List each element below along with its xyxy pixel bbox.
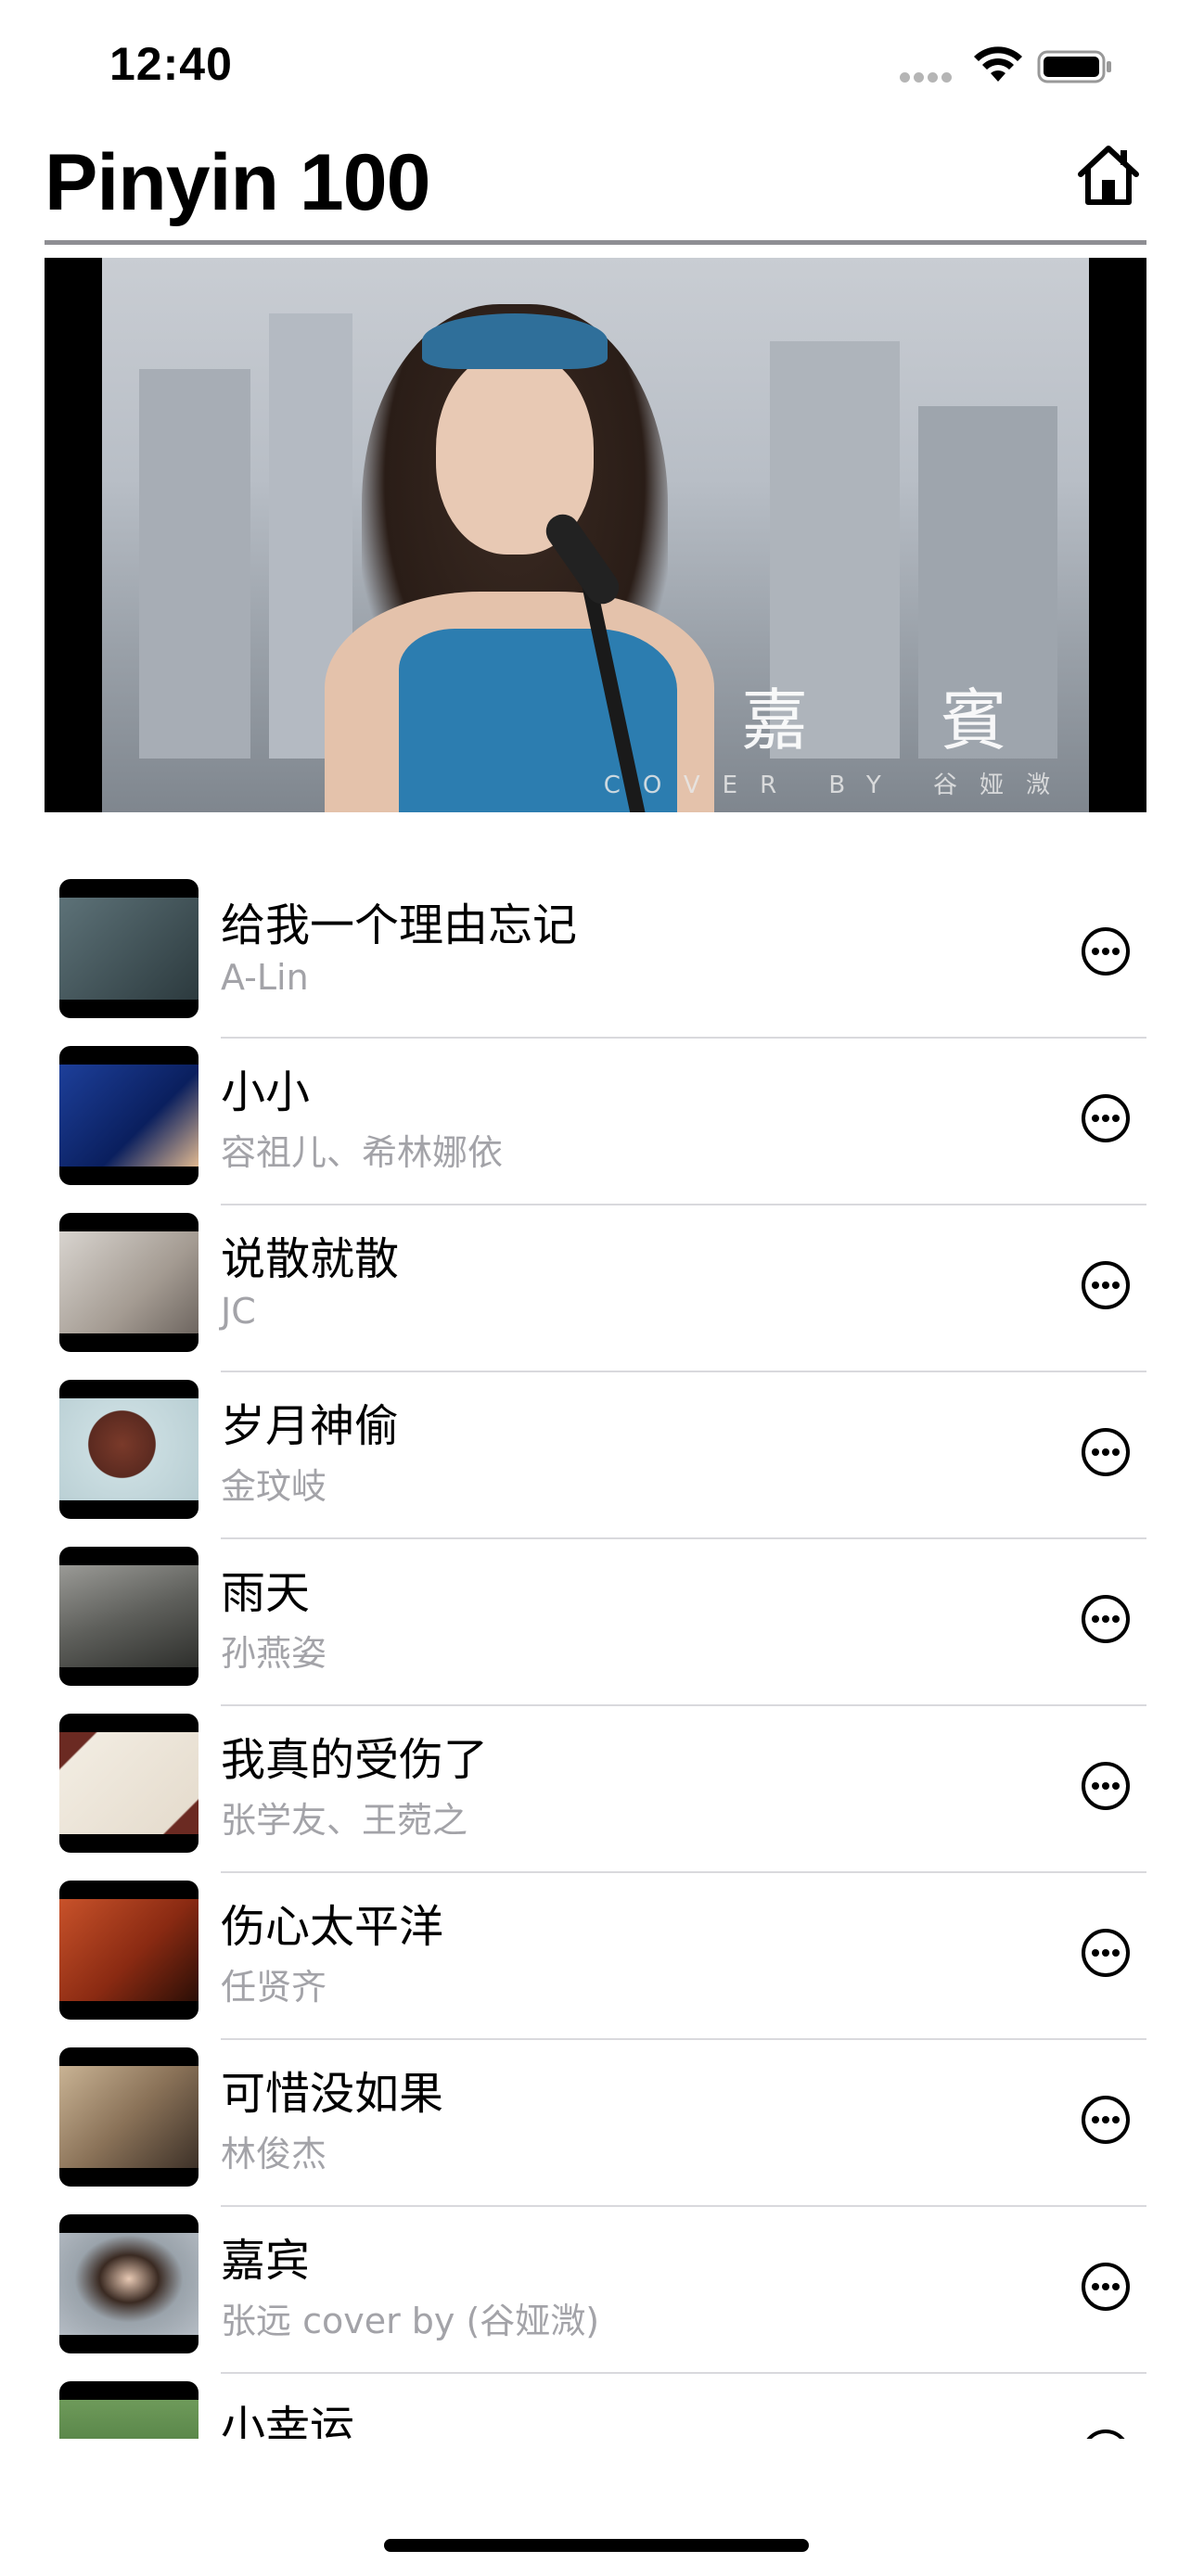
song-title: 可惜没如果 bbox=[221, 2068, 444, 2120]
nav-header: Pinyin 100 bbox=[45, 130, 1146, 245]
video-overlay-title: 嘉 賓 bbox=[741, 682, 1063, 759]
video-frame: 嘉 賓 COVER BY 谷娅溦 bbox=[102, 258, 1089, 812]
song-thumbnail bbox=[59, 2381, 198, 2439]
video-overlay-subtitle: COVER BY 谷娅溦 bbox=[603, 772, 1072, 799]
app-screen: 12:40 Pinyin 100 嘉 賓 COVER BY 谷娅溦 给我一个理由… bbox=[0, 0, 1191, 2576]
status-time: 12:40 bbox=[109, 38, 233, 90]
list-item[interactable]: 说散就散 JC bbox=[0, 1205, 1191, 1372]
list-item[interactable]: 嘉宾 张远 cover by (谷娅溦) bbox=[0, 2207, 1191, 2374]
song-artist: 张学友、王菀之 bbox=[221, 1800, 468, 1841]
song-thumbnail bbox=[59, 1213, 198, 1352]
list-item[interactable]: 雨天 孙燕姿 bbox=[0, 1539, 1191, 1706]
song-artist: 张远 cover by (谷娅溦) bbox=[221, 2301, 600, 2341]
song-artist: JC bbox=[221, 1291, 256, 1332]
list-item[interactable]: 可惜没如果 林俊杰 bbox=[0, 2040, 1191, 2207]
page-title: Pinyin 100 bbox=[45, 138, 430, 227]
list-item[interactable]: 小幸运 bbox=[0, 2374, 1191, 2439]
song-thumbnail bbox=[59, 1046, 198, 1185]
signal-dots-icon bbox=[900, 69, 957, 85]
home-icon[interactable] bbox=[1076, 143, 1141, 208]
song-thumbnail bbox=[59, 879, 198, 1018]
more-circle-icon[interactable] bbox=[1080, 2261, 1132, 2313]
list-item[interactable]: 伤心太平洋 任贤齐 bbox=[0, 1873, 1191, 2040]
song-title: 雨天 bbox=[221, 1567, 311, 1619]
song-title: 说散就散 bbox=[221, 1233, 400, 1285]
song-title: 给我一个理由忘记 bbox=[221, 899, 578, 951]
song-artist: 金玟岐 bbox=[221, 1466, 327, 1507]
list-item[interactable]: 小小 容祖儿、希林娜依 bbox=[0, 1039, 1191, 1205]
more-circle-icon[interactable] bbox=[1080, 1593, 1132, 1645]
song-thumbnail bbox=[59, 1380, 198, 1519]
song-artist: 林俊杰 bbox=[221, 2134, 327, 2174]
list-item[interactable]: 我真的受伤了 张学友、王菀之 bbox=[0, 1706, 1191, 1873]
video-player[interactable]: 嘉 賓 COVER BY 谷娅溦 bbox=[45, 258, 1146, 812]
song-list: 给我一个理由忘记 A-Lin 小小 容祖儿、希林娜依 说散就散 JC 岁月神偷 … bbox=[0, 872, 1191, 2439]
more-circle-icon[interactable] bbox=[1080, 925, 1132, 977]
song-title: 小小 bbox=[221, 1066, 311, 1118]
song-title: 小幸运 bbox=[221, 2402, 355, 2439]
song-thumbnail bbox=[59, 1714, 198, 1853]
song-thumbnail bbox=[59, 1881, 198, 2020]
list-item[interactable]: 岁月神偷 金玟岐 bbox=[0, 1372, 1191, 1539]
song-thumbnail bbox=[59, 2214, 198, 2353]
wifi-icon bbox=[974, 46, 1022, 82]
song-artist: 容祖儿、希林娜依 bbox=[221, 1132, 504, 1173]
home-indicator[interactable] bbox=[384, 2539, 809, 2552]
more-circle-icon[interactable] bbox=[1080, 2094, 1132, 2146]
status-bar: 12:40 bbox=[0, 0, 1191, 130]
more-circle-icon[interactable] bbox=[1080, 1760, 1132, 1812]
more-circle-icon[interactable] bbox=[1080, 1092, 1132, 1144]
list-item[interactable]: 给我一个理由忘记 A-Lin bbox=[0, 872, 1191, 1039]
song-title: 嘉宾 bbox=[221, 2235, 311, 2287]
song-artist: A-Lin bbox=[221, 957, 309, 998]
song-title: 伤心太平洋 bbox=[221, 1901, 444, 1953]
more-circle-icon[interactable] bbox=[1080, 2428, 1132, 2439]
more-circle-icon[interactable] bbox=[1080, 1426, 1132, 1478]
more-circle-icon[interactable] bbox=[1080, 1927, 1132, 1979]
battery-icon bbox=[1037, 50, 1111, 83]
song-title: 岁月神偷 bbox=[221, 1400, 400, 1452]
song-thumbnail bbox=[59, 1547, 198, 1686]
song-artist: 任贤齐 bbox=[221, 1967, 327, 2008]
more-circle-icon[interactable] bbox=[1080, 1259, 1132, 1311]
song-artist: 孙燕姿 bbox=[221, 1633, 327, 1674]
song-title: 我真的受伤了 bbox=[221, 1734, 489, 1786]
song-thumbnail bbox=[59, 2047, 198, 2187]
